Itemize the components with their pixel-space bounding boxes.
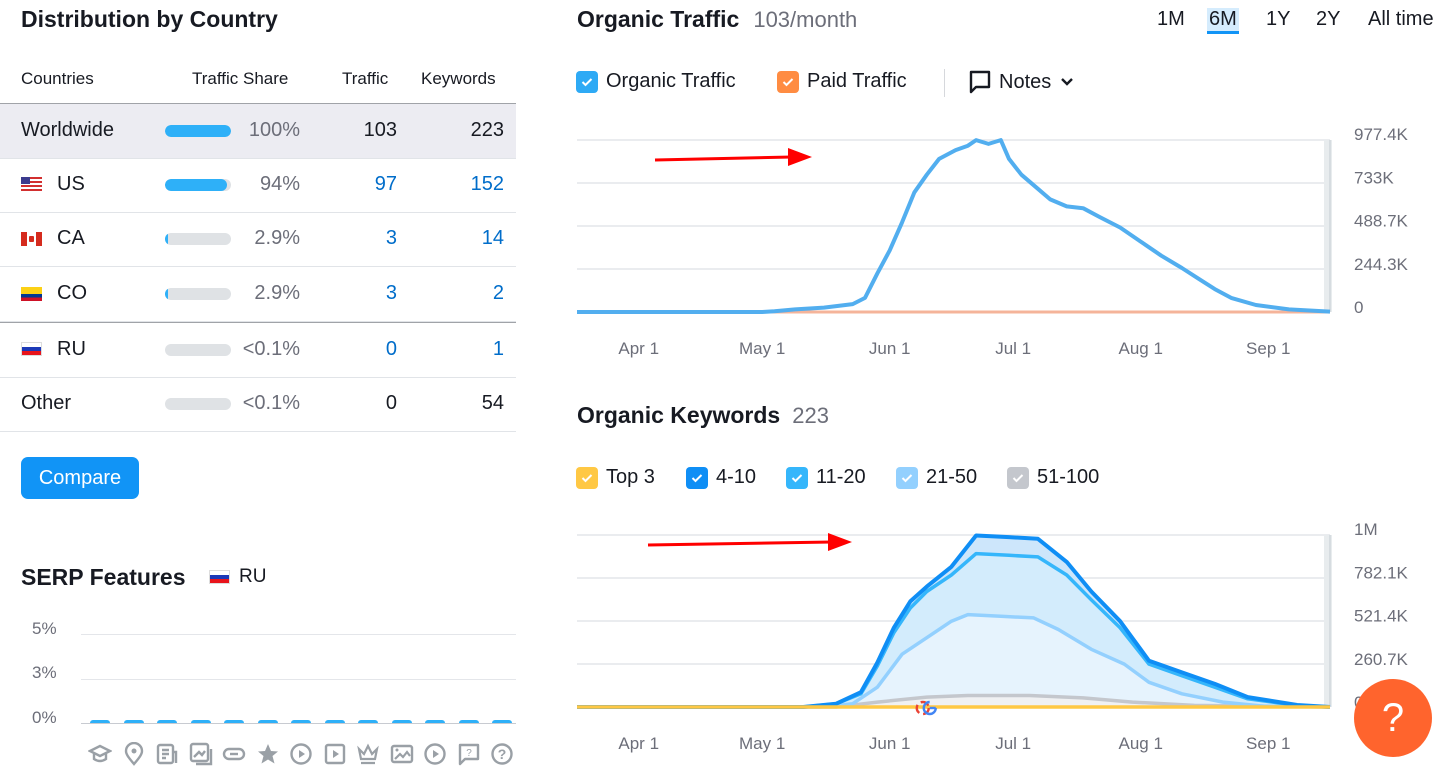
x-tick-label: Jun 1: [869, 339, 911, 358]
organic-keywords-header: Organic Keywords 223: [577, 402, 829, 429]
organic-traffic-chart[interactable]: 977.4K 733K 488.7K 244.3K 0 Apr 1 May 1 Jun 1 Ju…: [0, 0, 1451, 771]
legend-top-3[interactable]: Top 3: [576, 466, 655, 489]
y-tick-label: 1M: [1354, 520, 1378, 539]
x-tick-label: Sep 1: [1246, 339, 1290, 358]
checkbox-checked-icon: [686, 466, 708, 489]
chart-0: 977.4K 733K 488.7K 244.3K 0 Apr 1 May 1 Jun 1 Ju…: [577, 125, 1409, 358]
legend-label: 11-20: [816, 466, 866, 488]
legend-4-10[interactable]: 4-10: [686, 466, 756, 489]
x-tick-label: Aug 1: [1119, 734, 1163, 753]
x-tick-label: Jun 1: [869, 734, 911, 753]
legend-11-20[interactable]: 11-20: [786, 466, 866, 489]
x-tick-label: Jul 1: [995, 339, 1031, 358]
y-tick-label: 782.1K: [1354, 563, 1409, 582]
y-tick-label: 733K: [1354, 168, 1394, 187]
checkbox-checked-icon: [896, 466, 918, 489]
legend-51-100[interactable]: 51-100: [1007, 466, 1099, 489]
chart-edge: [1324, 535, 1332, 707]
checkbox-checked-icon: [786, 466, 808, 489]
y-tick-label: 0: [1354, 298, 1363, 317]
legend-label: 21-50: [926, 466, 978, 488]
legend-21-50[interactable]: 21-50: [896, 466, 977, 489]
organic-keywords-title: Organic Keywords: [577, 402, 781, 428]
legend-label: 51-100: [1037, 466, 1100, 488]
x-tick-label: Aug 1: [1119, 339, 1163, 358]
legend-label: Top 3: [606, 466, 655, 488]
legend-label: 4-10: [716, 466, 757, 488]
chart-1: 1M782.1K521.4K260.7K0Apr 1May 1Jun 1Jul …: [577, 520, 1409, 753]
help-button[interactable]: ?: [1354, 679, 1432, 757]
checkbox-checked-icon: [576, 466, 598, 489]
x-tick-label: Apr 1: [618, 734, 659, 753]
x-tick-label: Sep 1: [1246, 734, 1290, 753]
y-tick-label: 977.4K: [1354, 125, 1409, 144]
y-tick-label: 244.3K: [1354, 255, 1409, 274]
y-tick-label: 488.7K: [1354, 212, 1409, 231]
y-tick-label: 521.4K: [1354, 607, 1409, 626]
x-tick-label: Jul 1: [995, 734, 1031, 753]
annotation-arrow: [647, 540, 833, 547]
chart-edge: [1324, 140, 1332, 312]
x-tick-label: May 1: [739, 734, 785, 753]
x-tick-label: May 1: [739, 339, 785, 358]
annotation-arrowhead: [788, 148, 812, 166]
annotation-arrow: [654, 155, 793, 162]
checkbox-checked-icon: [1007, 466, 1029, 489]
y-tick-label: 260.7K: [1354, 650, 1409, 669]
x-tick-label: Apr 1: [618, 339, 659, 358]
organic-keywords-value: 223: [792, 403, 829, 428]
